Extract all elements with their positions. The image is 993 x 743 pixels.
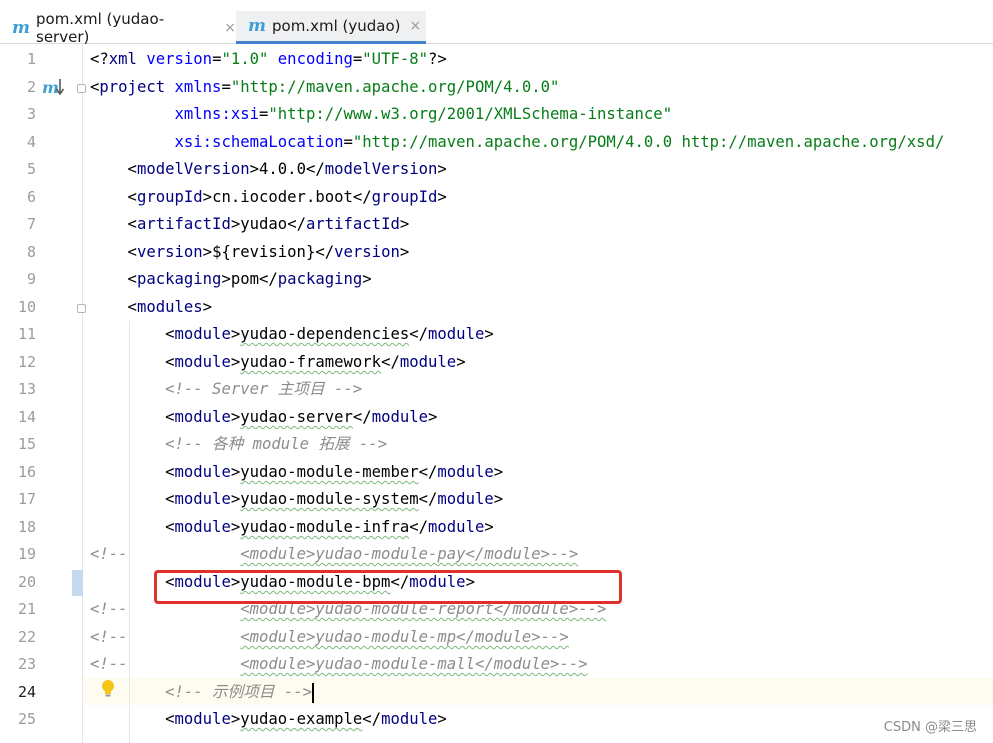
code-line-14: <module>yudao-server</module> xyxy=(90,408,438,426)
fold-icon[interactable] xyxy=(77,304,86,313)
annotation-highlight-box xyxy=(154,570,622,604)
line-number: 11 xyxy=(17,325,36,343)
line-number: 6 xyxy=(26,188,36,206)
code-line-4: xsi:schemaLocation="http://maven.apache.… xyxy=(174,133,945,151)
line-number: 23 xyxy=(17,655,36,673)
line-number: 22 xyxy=(17,628,36,646)
code-line-22: <!-- <module>yudao-module-mp</module>--> xyxy=(90,628,569,646)
line-number: 9 xyxy=(26,270,36,288)
maven-m-icon: m xyxy=(248,16,266,36)
line-number: 15 xyxy=(17,435,36,453)
maven-m-icon: m xyxy=(12,17,30,38)
code-line-15: <!-- 各种 module 拓展 --> xyxy=(165,435,388,453)
code-line-18: <module>yudao-module-infra</module> xyxy=(90,518,494,536)
line-number: 7 xyxy=(26,215,36,233)
line-number: 20 xyxy=(17,573,36,591)
line-number: 2 xyxy=(26,78,36,96)
code-line-8: <version>${revision}</version> xyxy=(90,243,410,261)
code-line-9: <packaging>pom</packaging> xyxy=(90,270,372,288)
line-number: 1 xyxy=(26,50,36,68)
line-number: 18 xyxy=(17,518,36,536)
code-line-23: <!-- <module>yudao-module-mall</module>-… xyxy=(90,655,588,673)
code-line-6: <groupId>cn.iocoder.boot</groupId> xyxy=(90,188,447,206)
code-line-2: <project xmlns="http://maven.apache.org/… xyxy=(90,78,560,96)
line-number: 17 xyxy=(17,490,36,508)
line-number: 5 xyxy=(26,160,36,178)
code-line-12: <module>yudao-framework</module> xyxy=(90,353,466,371)
line-number-current: 24 xyxy=(17,683,36,701)
code-line-1: <?xml version="1.0" encoding="UTF-8"?> xyxy=(90,50,447,68)
line-number: 8 xyxy=(26,243,36,261)
close-icon[interactable]: × xyxy=(409,18,421,34)
line-number: 10 xyxy=(17,298,36,316)
arrow-down-icon[interactable] xyxy=(56,78,64,96)
line-number: 3 xyxy=(26,105,36,123)
code-line-3: xmlns:xsi="http://www.w3.org/2001/XMLSch… xyxy=(174,105,673,123)
line-number: 25 xyxy=(17,710,36,728)
code-line-16: <module>yudao-module-member</module> xyxy=(90,463,504,481)
watermark: CSDN @梁三思 xyxy=(883,720,977,735)
change-marker xyxy=(72,570,83,596)
text-caret xyxy=(311,682,314,703)
tab-label: pom.xml (yudao-server) xyxy=(36,9,165,46)
line-number: 21 xyxy=(17,600,36,618)
close-icon[interactable]: × xyxy=(224,20,236,36)
code-line-13: <!-- Server 主项目 --> xyxy=(165,380,363,398)
line-number: 13 xyxy=(17,380,36,398)
code-line-5: <modelVersion>4.0.0</modelVersion> xyxy=(90,160,447,178)
line-number: 14 xyxy=(17,408,36,426)
code-line-24: <!-- 示例项目 --> xyxy=(165,682,314,703)
line-number: 19 xyxy=(17,545,36,563)
tab-label: pom.xml (yudao) xyxy=(272,17,401,35)
editor-tab-bar: m pom.xml (yudao-server) × m pom.xml (yu… xyxy=(0,0,993,46)
code-line-25: <module>yudao-example</module> xyxy=(90,710,447,728)
code-line-17: <module>yudao-module-system</module> xyxy=(90,490,504,508)
code-line-11: <module>yudao-dependencies</module> xyxy=(90,325,494,343)
line-number: 4 xyxy=(26,133,36,151)
code-line-10: <modules> xyxy=(90,298,213,316)
line-number: 16 xyxy=(17,463,36,481)
code-line-19: <!-- <module>yudao-module-pay</module>--… xyxy=(90,545,579,563)
tab-pom-yudao-server[interactable]: m pom.xml (yudao-server) × xyxy=(12,9,236,46)
code-line-7: <artifactId>yudao</artifactId> xyxy=(90,215,410,233)
fold-icon[interactable] xyxy=(77,84,86,93)
tab-pom-yudao[interactable]: m pom.xml (yudao) × xyxy=(236,11,426,44)
line-number: 12 xyxy=(17,353,36,371)
